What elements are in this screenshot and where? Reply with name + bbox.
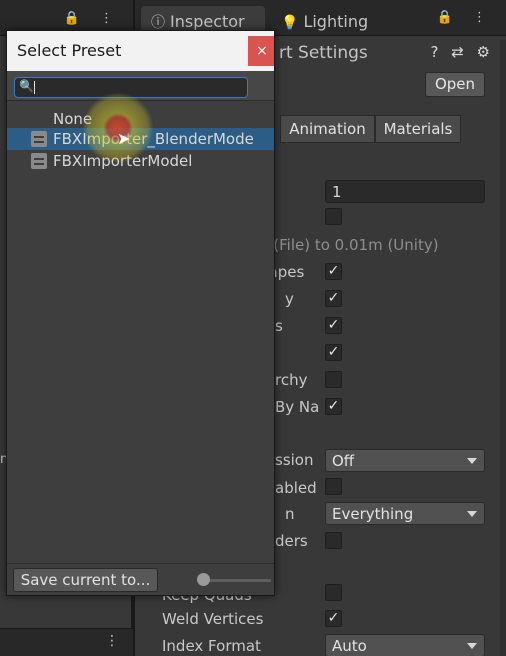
index-format-label: Index Format: [162, 637, 261, 655]
property-label: rchy: [275, 371, 308, 389]
text-caret: [34, 81, 35, 94]
checkbox[interactable]: [325, 532, 342, 549]
preset-item-label: FBXImporter_BlenderMode: [53, 130, 254, 148]
save-current-button[interactable]: Save current to...: [13, 568, 158, 592]
search-icon: 🔍: [19, 79, 34, 93]
help-preset-gear-icons[interactable]: ? ⇄ ⚙: [430, 43, 494, 61]
checkbox[interactable]: ✓: [325, 263, 342, 280]
chevron-down-icon: [467, 511, 477, 517]
property-label: s: [275, 317, 283, 335]
close-icon: ×: [256, 43, 268, 59]
preset-item-model[interactable]: FBXImporterModel: [7, 150, 274, 172]
mouse-pointer-icon: ➤: [117, 129, 131, 148]
zoom-slider-thumb[interactable]: [197, 573, 210, 586]
checkbox[interactable]: [325, 371, 342, 388]
weld-vertices-checkbox[interactable]: ✓: [325, 610, 342, 627]
search-bar: 🔍: [7, 71, 274, 101]
open-button[interactable]: Open: [425, 72, 485, 97]
checkbox[interactable]: ✓: [325, 344, 342, 361]
preset-item-label: FBXImporterModel: [53, 152, 193, 170]
tab-animation[interactable]: Animation: [280, 115, 375, 143]
checkbox[interactable]: [325, 208, 342, 225]
lock-menu-icons[interactable]: 🔒 ⋮: [437, 10, 494, 25]
info-icon: ⓘ: [151, 15, 165, 31]
chevron-down-icon: [467, 458, 477, 464]
kebab-menu-icon[interactable]: ⋮: [105, 633, 119, 649]
preset-item-none[interactable]: None: [7, 108, 274, 130]
import-settings-title: rt Settings: [279, 43, 368, 63]
weld-vertices-label: Weld Vertices: [162, 610, 264, 628]
checkbox[interactable]: [325, 478, 342, 495]
dropdown-value: Everything: [332, 505, 414, 523]
tab-inspector-label: Inspector: [170, 12, 245, 31]
select-preset-window: Select Preset × 🔍 None FBXImporter_Blend…: [6, 30, 275, 596]
chevron-down-icon: [467, 643, 477, 649]
tab-materials[interactable]: Materials: [375, 115, 461, 143]
popup-footer: Save current to...: [7, 563, 274, 595]
checkbox[interactable]: ✓: [325, 290, 342, 307]
scale-factor-field[interactable]: 1: [325, 180, 485, 203]
property-label: ders: [275, 532, 308, 550]
compression-dropdown[interactable]: Off: [325, 449, 485, 472]
checkbox[interactable]: ✓: [325, 317, 342, 334]
search-input[interactable]: 🔍: [14, 77, 248, 98]
unit-conversion-label: n (File) to 0.01m (Unity): [259, 236, 439, 254]
property-label: abled: [275, 479, 317, 497]
keep-quads-checkbox[interactable]: [325, 584, 342, 601]
tab-lighting-label: Lighting: [303, 12, 369, 31]
preset-item-blendermode[interactable]: FBXImporter_BlenderMode: [7, 128, 274, 150]
close-button[interactable]: ×: [248, 36, 274, 66]
popup-titlebar[interactable]: Select Preset ×: [7, 31, 274, 71]
property-label: By Na: [275, 398, 320, 416]
dropdown-value: Auto: [332, 637, 367, 655]
property-label: ssion: [275, 451, 314, 469]
preset-icon: [31, 153, 47, 169]
index-format-dropdown[interactable]: Auto: [325, 634, 485, 656]
dropdown-value: Off: [332, 452, 355, 470]
lock-menu-icons[interactable]: 🔒 ⋮: [64, 11, 121, 26]
tab-lighting[interactable]: 💡 Lighting: [271, 6, 381, 36]
preset-icon: [31, 131, 47, 147]
property-label: n: [285, 505, 295, 523]
left-bottom-bar: ⋮: [0, 628, 133, 656]
checkbox[interactable]: ✓: [325, 398, 342, 415]
property-label: y: [285, 290, 294, 308]
popup-title: Select Preset: [17, 41, 122, 60]
lightbulb-icon: 💡: [281, 15, 299, 31]
flags-dropdown[interactable]: Everything: [325, 502, 485, 525]
scrollbar[interactable]: [500, 40, 506, 656]
